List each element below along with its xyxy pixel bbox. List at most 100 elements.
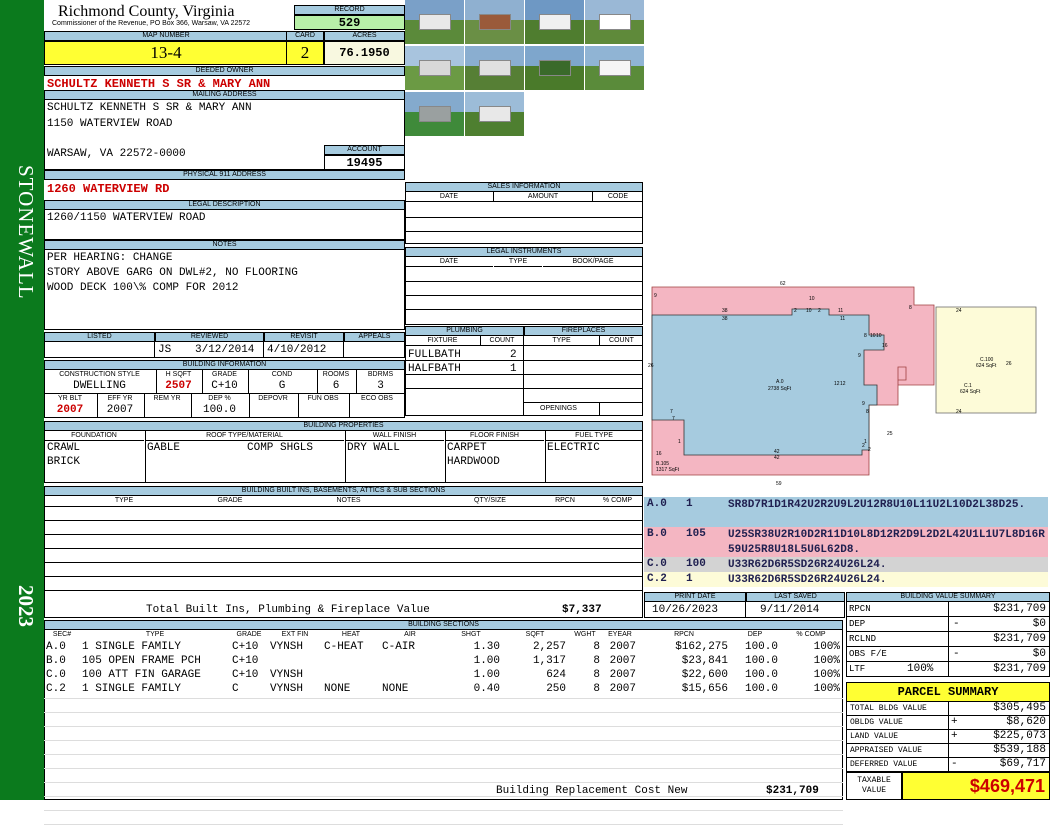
parcel-key: OBLDG VALUE — [850, 718, 903, 727]
value-summary-row: DEP - $0 — [846, 617, 1050, 632]
row-line — [44, 576, 643, 577]
section-cell: 1 SINGLE FAMILY — [82, 641, 182, 653]
builtins-header: QTY/SIZE — [474, 497, 506, 504]
prop-header: FOUNDATION — [44, 431, 144, 441]
parcel-row: TOTAL BLDG VALUE $305,495 — [846, 702, 1050, 716]
vs-value: $0 — [1032, 648, 1046, 660]
revisit-date: 4/10/2012 — [267, 344, 327, 356]
property-photo[interactable] — [465, 0, 524, 44]
owner-name: SCHULTZ KENNETH S SR & MARY ANN — [47, 77, 271, 91]
divider — [191, 394, 192, 418]
property-photo[interactable] — [465, 92, 524, 136]
bi-header: ROOMS — [322, 371, 350, 378]
property-photo[interactable] — [525, 0, 584, 44]
property-photo[interactable] — [405, 0, 464, 44]
section-cell: 1.00 — [473, 655, 500, 667]
bi-header: GRADE — [212, 371, 237, 378]
property-photo[interactable] — [405, 92, 464, 136]
section-cell: 624 — [546, 669, 566, 681]
last-saved-label: LAST SAVED — [746, 592, 845, 602]
builtins-label: BUILDING BUILT INS, BASEMENTS, ATTICS & … — [44, 486, 643, 496]
sketch-dimension: 24 — [956, 409, 962, 415]
builtins-total: $7,337 — [562, 604, 602, 616]
sections-label: BUILDING SECTIONS — [44, 620, 843, 630]
section-cell: 1.30 — [473, 641, 500, 653]
notes-line2: STORY ABOVE GARG ON DWL#2, NO FLOORING — [47, 267, 298, 279]
builtins-total-label: Total Built Ins, Plumbing & Fireplace Va… — [146, 604, 430, 616]
section-cell: $162,275 — [675, 641, 728, 653]
replacement-value: $231,709 — [766, 785, 819, 797]
bi-header: BDRMS — [367, 371, 394, 378]
bi-header: DEPOVR — [258, 395, 288, 402]
divider — [545, 431, 546, 483]
appeals-label: APPEALS — [344, 332, 405, 342]
sketch-code-row: C.2 1 U33R62D6R5SD26R24U26L24. — [644, 572, 1048, 587]
property-photo[interactable] — [465, 46, 524, 90]
sketch-dimension: 12 — [834, 381, 840, 387]
section-cell: 8 — [593, 669, 600, 681]
prop-header: ROOF TYPE/MATERIAL — [145, 431, 344, 441]
sections-header: WGHT — [574, 631, 596, 638]
sketch-dimension: 10 — [809, 296, 815, 302]
sections-header: AIR — [404, 631, 416, 638]
divider — [97, 394, 98, 418]
photo-house — [419, 106, 451, 122]
instruments-box — [405, 257, 643, 325]
divider — [356, 370, 357, 394]
parcel-row: DEFERRED VALUE - $69,717 — [846, 758, 1050, 772]
divider — [948, 602, 949, 616]
sketch-dimension: 9 — [654, 293, 657, 299]
divider — [948, 647, 949, 661]
tax-year: 2023 — [14, 585, 38, 627]
row-line — [44, 810, 843, 811]
sketch-code-text: U25SR38U2R10D2R11D10L8D12R2D9L2D2L42U1L1… — [728, 529, 1045, 556]
section-cell: C-HEAT — [324, 641, 364, 653]
fp-count-h: COUNT — [600, 336, 643, 346]
bi-header: FUN OBS — [307, 395, 339, 402]
sections-header: EXT FIN — [281, 631, 309, 638]
photo-house — [419, 14, 451, 30]
section-cell: 100 ATT FIN GARAGE — [82, 669, 201, 681]
property-photo[interactable] — [585, 46, 644, 90]
photo-house — [479, 14, 511, 30]
property-photo[interactable] — [585, 0, 644, 44]
parcel-value: $69,717 — [999, 758, 1046, 770]
county-header: Richmond County, Virginia Commissioner o… — [44, 0, 294, 31]
vs-value: $0 — [1032, 618, 1046, 630]
print-date-label: PRINT DATE — [644, 592, 746, 602]
mailing-line3: WARSAW, VA 22572-0000 — [47, 148, 186, 160]
section-cell: 100.0 — [744, 669, 778, 681]
sections-header: GRADE — [236, 631, 262, 638]
fp-type-h: TYPE — [524, 336, 599, 346]
divider — [948, 702, 949, 715]
prop-header: FLOOR FINISH — [445, 431, 544, 441]
prop-header: WALL FINISH — [345, 431, 444, 441]
bi-header: H SQFT — [165, 371, 192, 378]
bi-header: DEP % — [208, 395, 231, 402]
section-cell: 0.40 — [473, 683, 500, 695]
builtins-header: NOTES — [336, 497, 361, 504]
sketch-code-n: 105 — [686, 528, 706, 540]
bi-value: 6 — [332, 380, 340, 392]
sketch-b-area: 1317 SqFt — [656, 467, 680, 473]
builtins-header: % COMP — [602, 497, 633, 504]
parcel-key: LAND VALUE — [850, 732, 899, 741]
sections-header: RPCN — [674, 631, 694, 638]
section-cell: 8 — [593, 641, 600, 653]
divider — [144, 394, 145, 418]
section-cell: VYNSH — [270, 683, 304, 695]
divider — [948, 617, 949, 631]
property-photo[interactable] — [405, 46, 464, 90]
row-line — [44, 754, 843, 755]
fixture-count-h: COUNT — [481, 336, 523, 346]
photo-house — [479, 60, 511, 76]
instr-type-h: TYPE — [494, 257, 542, 267]
bi-value: DWELLING — [73, 380, 126, 392]
card-label: CARD — [286, 31, 324, 41]
sketch-dimension: 8 — [866, 409, 869, 415]
section-cell: 2,257 — [532, 641, 566, 653]
reviewed-label: REVIEWED — [155, 332, 264, 342]
mailing-line2: 1150 WATERVIEW ROAD — [47, 118, 173, 130]
sketch-code-text: U33R62D6R5SD26R24U26L24. — [728, 559, 887, 571]
property-photo[interactable] — [525, 46, 584, 90]
